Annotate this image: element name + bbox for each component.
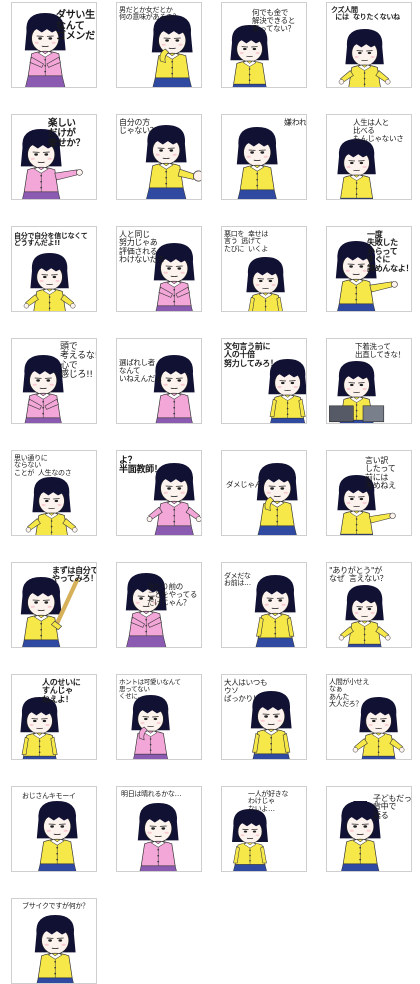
sticker-card[interactable]: 一人が好きな わけじゃ ないよ… xyxy=(221,786,307,872)
sticker-card[interactable]: 大人はいつも ウソ ばっかり！ xyxy=(221,674,307,760)
sticker-caption: 楽しい だけが 幸せか？ xyxy=(48,119,85,149)
sticker-card[interactable]: 男だとか女だとか 何の意味があるの？ xyxy=(116,2,202,88)
sticker-card[interactable]: 一度 失敗した からって すぐに 諦めんなよ！ xyxy=(326,226,412,312)
sticker-card[interactable]: 文句言う前に 人の十倍 努力してみろ！ xyxy=(221,338,307,424)
sticker-card[interactable]: 当たり前の ことをやってる だけじゃん？ xyxy=(116,562,202,648)
sticker-caption: 自分の方 じゃない？ xyxy=(119,119,158,136)
sticker-caption: 何でも金で 解決できると 思ってない？ xyxy=(252,9,295,33)
sticker-caption: "ありがとう"が なぜ 言えない？ xyxy=(329,567,387,584)
sticker-caption: 男だとか女だとか 何の意味があるの？ xyxy=(119,7,179,22)
sticker-caption: ダメだな お前は… xyxy=(224,573,251,588)
sticker-card[interactable]: 人のせいに すんじゃ ねえよ！ xyxy=(11,674,97,760)
sticker-card[interactable]: ホントは可愛いなんて 思ってない くせに… xyxy=(116,674,202,760)
sticker-caption: 文句言う前に 人の十倍 努力してみろ！ xyxy=(224,343,278,368)
sticker-caption: 当たり前の ことをやってる だけじゃん？ xyxy=(147,583,197,607)
sticker-card[interactable]: 人と同じ 努力じゃあ 評価される わけないだろ xyxy=(116,226,202,312)
sticker-card[interactable]: 楽しい だけが 幸せか？ xyxy=(11,114,97,200)
sticker-card[interactable]: ダメだな お前は… xyxy=(221,562,307,648)
sticker-caption: 人と同じ 努力じゃあ 評価される わけないだろ xyxy=(119,231,165,265)
sticker-card[interactable]: ブサイクですが何か？ xyxy=(11,898,97,984)
sticker-card[interactable]: 言い訳 したって 前には 進めねえ xyxy=(326,450,412,536)
sticker-caption: 頭で 考えるな!! 心で 感じろ!! xyxy=(60,343,97,381)
girl-illustration xyxy=(117,787,201,871)
sticker-caption: 下着洗って 出直してきな！ xyxy=(355,343,405,359)
sticker-card[interactable]: 人間が小せえ なぁ あんた 大人だろ？ xyxy=(326,674,412,760)
sticker-caption: よ？ 半面教師！ xyxy=(119,457,163,476)
sticker-caption: 言い訳 したって 前には 進めねえ xyxy=(365,457,396,491)
sticker-card[interactable]: ダサい生き方 なんて ゴメンだ!! xyxy=(11,2,97,88)
sticker-caption: ダサい生き方 なんて ゴメンだ!! xyxy=(56,11,97,43)
sticker-card[interactable]: 人生は人と 比べる もんじゃないさ xyxy=(326,114,412,200)
sticker-card[interactable]: クズ人間 には なりたくないね xyxy=(326,2,412,88)
sticker-card[interactable]: 選ばれし者 なんて いねえんだよ xyxy=(116,338,202,424)
sticker-card[interactable]: 下着洗って 出直してきな！ xyxy=(326,338,412,424)
sticker-card[interactable]: よ？ 半面教師！ xyxy=(116,450,202,536)
sticker-card[interactable]: 頭で 考えるな!! 心で 感じろ!! xyxy=(11,338,97,424)
sticker-caption: 思い通りに ならない ことが 人生なのさ xyxy=(14,455,71,477)
girl-illustration xyxy=(12,899,96,983)
sticker-caption: まずは自分で やってみろ！ xyxy=(52,567,97,584)
sticker-caption: 人生は人と 比べる もんじゃないさ xyxy=(353,119,403,143)
sticker-caption: 嫌われてるのは xyxy=(284,119,307,127)
sticker-card[interactable]: ダメじゃん xyxy=(221,450,307,536)
girl-illustration xyxy=(222,115,306,199)
sticker-card[interactable]: 明日は晴れるかな… xyxy=(116,786,202,872)
sticker-card[interactable]: 思い通りに ならない ことが 人生なのさ xyxy=(11,450,97,536)
sticker-card[interactable]: まずは自分で やってみろ！ xyxy=(11,562,97,648)
sticker-card[interactable]: 子どもだって 背中で 語る xyxy=(326,786,412,872)
sticker-card[interactable]: 嫌われてるのは xyxy=(221,114,307,200)
sticker-caption: ダメじゃん xyxy=(226,481,262,489)
sticker-card[interactable]: "ありがとう"が なぜ 言えない？ xyxy=(326,562,412,648)
sticker-card[interactable]: 悪口を 幸せは 言う 逃げて たびに いくよ xyxy=(221,226,307,312)
sticker-caption: ホントは可愛いなんて 思ってない くせに… xyxy=(119,679,181,699)
sticker-caption: 一人が好きな わけじゃ ないよ… xyxy=(248,791,288,813)
sticker-card[interactable]: 何でも金で 解決できると 思ってない？ xyxy=(221,2,307,88)
sticker-sheet: ダサい生き方 なんて ゴメンだ!! 男だとか女だとか 何の意味があるの？ xyxy=(0,0,420,897)
sticker-caption: 子どもだって 背中で 語る xyxy=(373,795,412,820)
sticker-caption: 選ばれし者 なんて いねえんだよ xyxy=(119,359,162,383)
sticker-caption: ブサイクですが何か？ xyxy=(22,903,89,910)
sticker-caption: 明日は晴れるかな… xyxy=(121,791,181,798)
sticker-caption: クズ人間 には なりたくないね xyxy=(331,7,400,22)
sticker-caption: 一度 失敗した からって すぐに 諦めんなよ！ xyxy=(367,231,412,273)
sticker-caption: おじさんキモーイ xyxy=(22,793,76,800)
sticker-card[interactable]: 自分の方 じゃない？ xyxy=(116,114,202,200)
sticker-caption: 自分で自分を信じなくて どうすんだよ!! xyxy=(14,233,88,248)
girl-illustration xyxy=(222,451,306,535)
sticker-caption: 人のせいに すんじゃ ねえよ！ xyxy=(42,679,81,704)
sticker-caption: 人間が小せえ なぁ あんた 大人だろ？ xyxy=(329,679,369,708)
sticker-card[interactable]: おじさんキモーイ xyxy=(11,786,97,872)
sticker-caption: 悪口を 幸せは 言う 逃げて たびに いくよ xyxy=(224,231,268,253)
sticker-caption: 大人はいつも ウソ ばっかり！ xyxy=(224,679,267,703)
sticker-card[interactable]: 自分で自分を信じなくて どうすんだよ!! xyxy=(11,226,97,312)
